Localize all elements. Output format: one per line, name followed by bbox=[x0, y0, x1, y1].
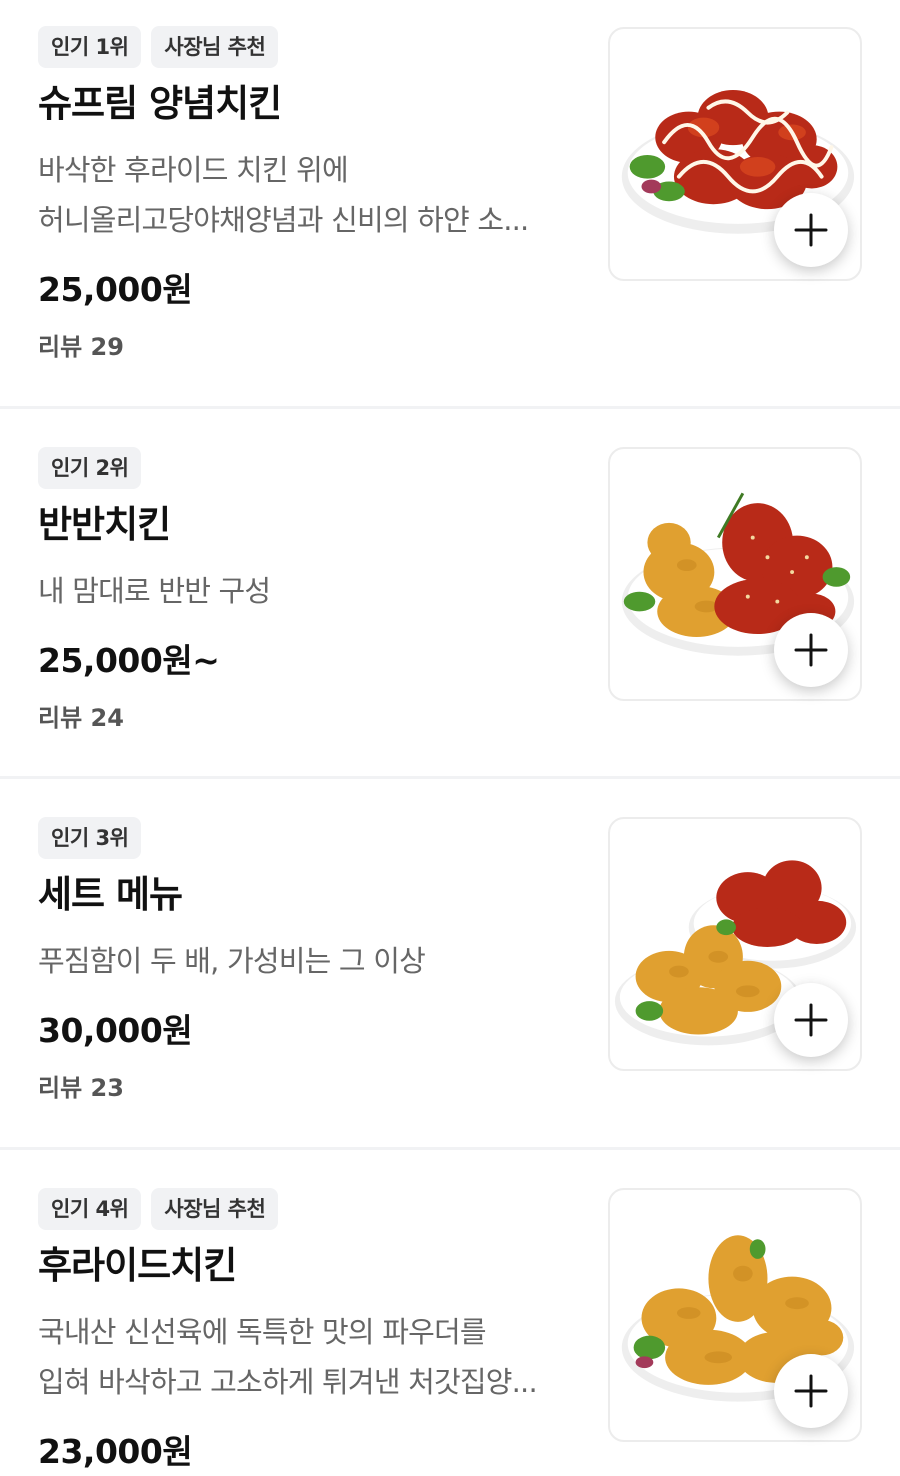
item-description: 푸짐함이 두 배, 가성비는 그 이상 bbox=[38, 936, 583, 986]
rank-badge: 인기 3위 bbox=[38, 817, 142, 859]
plus-icon bbox=[794, 1374, 828, 1408]
add-to-cart-button[interactable] bbox=[774, 613, 848, 687]
item-description-line: 푸짐함이 두 배, 가성비는 그 이상 bbox=[38, 944, 426, 978]
owner-recommend-badge: 사장님 추천 bbox=[151, 1188, 279, 1230]
rank-badge: 인기 1위 bbox=[38, 26, 142, 68]
badge-group: 인기 2위 bbox=[38, 447, 142, 489]
item-name: 후라이드치킨 bbox=[38, 1244, 237, 1287]
badge-group: 인기 3위 bbox=[38, 817, 142, 859]
plus-icon bbox=[794, 213, 828, 247]
add-to-cart-button[interactable] bbox=[774, 1354, 848, 1428]
item-description-line: 입혀 바삭하고 고소하게 튀겨낸 처갓집양... bbox=[38, 1365, 538, 1399]
add-to-cart-button[interactable] bbox=[774, 983, 848, 1057]
item-review-count[interactable]: 리뷰 24 bbox=[38, 701, 124, 735]
item-description: 바삭한 후라이드 치킨 위에 허니올리고당야채양념과 신비의 하얀 소... bbox=[38, 145, 583, 245]
item-name: 반반치킨 bbox=[38, 503, 171, 546]
rank-badge: 인기 2위 bbox=[38, 447, 142, 489]
item-price: 30,000원 bbox=[38, 1011, 193, 1050]
item-name: 세트 메뉴 bbox=[38, 873, 183, 916]
item-description-line: 바삭한 후라이드 치킨 위에 bbox=[38, 153, 349, 187]
badge-group: 인기 1위 사장님 추천 bbox=[38, 26, 279, 68]
item-description-line: 허니올리고당야채양념과 신비의 하얀 소... bbox=[38, 203, 529, 237]
item-review-count[interactable]: 리뷰 23 bbox=[38, 1071, 124, 1105]
item-price: 25,000원~ bbox=[38, 641, 220, 680]
add-to-cart-button[interactable] bbox=[774, 193, 848, 267]
item-description: 국내산 신선육에 독특한 맛의 파우더를 입혀 바삭하고 고소하게 튀겨낸 처갓… bbox=[38, 1307, 583, 1407]
menu-item[interactable]: 인기 2위 반반치킨 내 맘대로 반반 구성 25,000원~ 리뷰 24 bbox=[0, 409, 900, 778]
item-name: 슈프림 양념치킨 bbox=[38, 82, 282, 125]
item-price: 23,000원 bbox=[38, 1432, 193, 1471]
menu-item[interactable]: 인기 1위 사장님 추천 슈프림 양념치킨 바삭한 후라이드 치킨 위에 허니올… bbox=[0, 0, 900, 408]
item-description-line: 내 맘대로 반반 구성 bbox=[38, 574, 271, 608]
rank-badge: 인기 4위 bbox=[38, 1188, 142, 1230]
menu-item[interactable]: 인기 3위 세트 메뉴 푸짐함이 두 배, 가성비는 그 이상 30,000원 … bbox=[0, 779, 900, 1148]
badge-group: 인기 4위 사장님 추천 bbox=[38, 1188, 279, 1230]
menu-item[interactable]: 인기 4위 사장님 추천 후라이드치킨 국내산 신선육에 독특한 맛의 파우더를… bbox=[0, 1150, 900, 1476]
item-review-count[interactable]: 리뷰 29 bbox=[38, 330, 124, 364]
item-price: 25,000원 bbox=[38, 270, 193, 309]
plus-icon bbox=[794, 1003, 828, 1037]
item-description-line: 국내산 신선육에 독특한 맛의 파우더를 bbox=[38, 1315, 487, 1349]
item-description: 내 맘대로 반반 구성 bbox=[38, 566, 583, 616]
plus-icon bbox=[794, 633, 828, 667]
owner-recommend-badge: 사장님 추천 bbox=[151, 26, 279, 68]
